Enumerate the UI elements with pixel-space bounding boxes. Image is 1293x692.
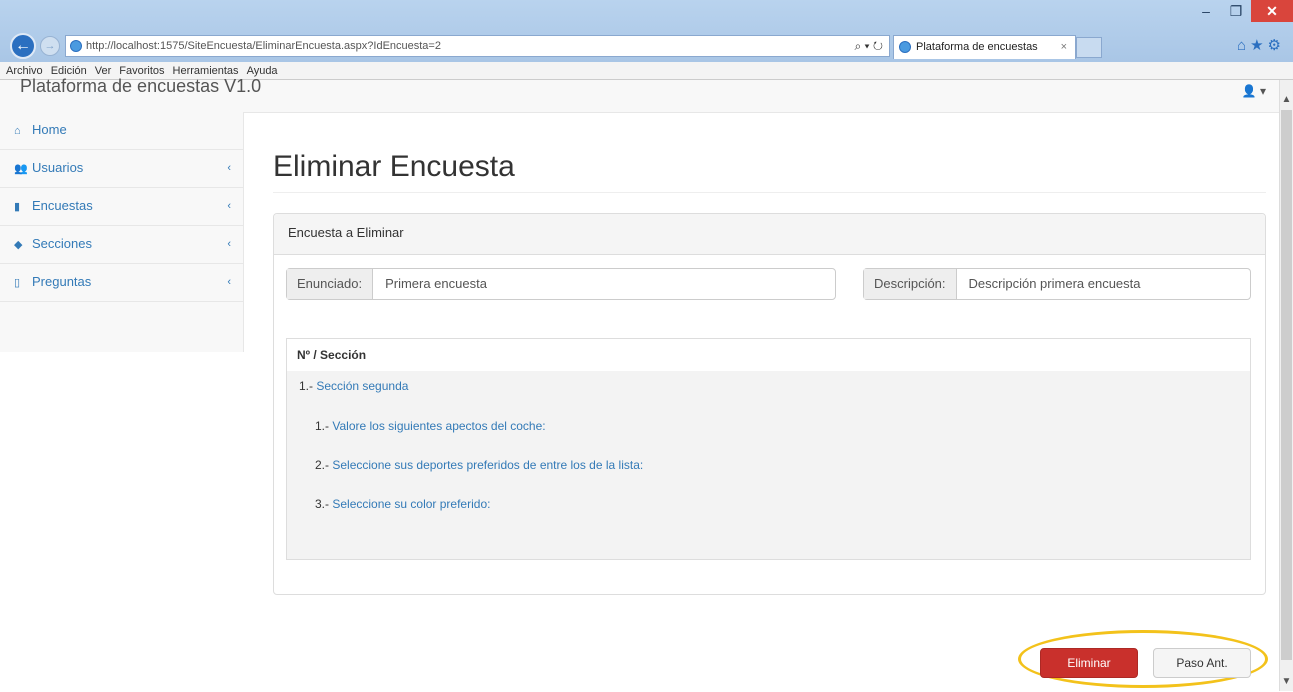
- sidebar-filler: [0, 352, 142, 692]
- browser-tab[interactable]: Plataforma de encuestas ×: [893, 35, 1076, 59]
- close-window-button[interactable]: ✕: [1251, 0, 1293, 22]
- user-menu-icon[interactable]: 👤 ▾: [1242, 84, 1266, 98]
- chevron-left-icon: ‹: [227, 162, 231, 174]
- sidebar-item-secciones[interactable]: ◆ Secciones ‹: [0, 226, 243, 264]
- section-link[interactable]: Sección segunda: [316, 379, 408, 393]
- address-bar[interactable]: http://localhost:1575/SiteEncuesta/Elimi…: [65, 35, 890, 57]
- sidebar-item-usuarios[interactable]: 👥 Usuarios ‹: [0, 150, 243, 188]
- question-link[interactable]: Valore los siguientes apectos del coche:: [332, 419, 545, 433]
- bookmark-icon: ▮: [14, 201, 21, 213]
- previous-step-button[interactable]: Paso Ant.: [1153, 648, 1251, 678]
- vertical-scrollbar[interactable]: ▲ ▼: [1279, 80, 1293, 691]
- home-icon[interactable]: ⌂: [1237, 37, 1250, 54]
- chevron-left-icon: ‹: [227, 276, 231, 288]
- sidebar-item-label: Preguntas: [32, 274, 92, 289]
- question-number: 1.-: [315, 419, 330, 433]
- enunciado-field: Enunciado: Primera encuesta: [286, 268, 836, 300]
- title-divider: [273, 192, 1266, 193]
- back-arrow-icon[interactable]: ←: [10, 33, 36, 59]
- tab-close-icon[interactable]: ×: [1061, 36, 1067, 58]
- scroll-thumb[interactable]: [1281, 110, 1292, 660]
- page-title: Eliminar Encuesta: [273, 150, 515, 183]
- survey-panel: Encuesta a Eliminar Enunciado: Primera e…: [273, 213, 1266, 595]
- delete-button[interactable]: Eliminar: [1040, 648, 1138, 678]
- enunciado-label: Enunciado:: [287, 269, 374, 299]
- sidebar-item-label: Home: [32, 122, 67, 137]
- question-row: 3.- Seleccione su color preferido:: [315, 497, 490, 511]
- chevron-left-icon: ‹: [227, 200, 231, 212]
- sidebar-item-home[interactable]: ⌂ Home: [0, 112, 243, 150]
- chevron-left-icon: ‹: [227, 238, 231, 250]
- bookmark-outline-icon: ▯: [14, 277, 21, 289]
- app-navbar: Plataforma de encuestas V1.0 👤 ▾: [0, 76, 1280, 113]
- question-link[interactable]: Seleccione sus deportes preferidos de en…: [332, 458, 643, 472]
- ie-favicon-icon: [70, 40, 82, 52]
- question-link[interactable]: Seleccione su color preferido:: [332, 497, 490, 511]
- sidebar-item-label: Encuestas: [32, 198, 93, 213]
- table-header: Nº / Sección: [287, 339, 1250, 372]
- sidebar-item-encuestas[interactable]: ▮ Encuestas ‹: [0, 188, 243, 226]
- section-number: 1.-: [299, 379, 314, 393]
- table-body: 1.- Sección segunda 1.- Valore los sigui…: [287, 371, 1250, 559]
- browser-titlebar: – ❐ ✕ ← → http://localhost:1575/SiteEncu…: [0, 0, 1293, 62]
- question-number: 2.-: [315, 458, 330, 472]
- users-icon: 👥: [14, 163, 28, 175]
- question-number: 3.-: [315, 497, 330, 511]
- app-brand[interactable]: Plataforma de encuestas V1.0: [20, 76, 261, 97]
- restore-button[interactable]: ❐: [1221, 0, 1251, 22]
- minimize-button[interactable]: –: [1191, 0, 1221, 22]
- tags-icon: ◆: [14, 239, 23, 251]
- gear-icon[interactable]: ⚙: [1268, 37, 1285, 54]
- search-refresh-icons[interactable]: ⌕ ▾ ↻: [854, 36, 883, 56]
- home-icon: ⌂: [14, 125, 21, 137]
- url-text: http://localhost:1575/SiteEncuesta/Elimi…: [86, 40, 441, 52]
- browser-toolbar-icons: ⌂★⚙: [1237, 36, 1285, 54]
- descripcion-field: Descripción: Descripción primera encuest…: [863, 268, 1251, 300]
- star-icon[interactable]: ★: [1250, 37, 1267, 54]
- question-row: 2.- Seleccione sus deportes preferidos d…: [315, 458, 643, 472]
- sidebar: ⌂ Home 👥 Usuarios ‹ ▮ Encuestas ‹ ◆ Seccione…: [0, 112, 244, 352]
- sections-table: Nº / Sección 1.- Sección segunda 1.- Val…: [286, 338, 1251, 560]
- question-row: 1.- Valore los siguientes apectos del co…: [315, 419, 546, 433]
- scroll-up-icon[interactable]: ▲: [1280, 94, 1293, 105]
- scroll-down-icon[interactable]: ▼: [1280, 676, 1293, 687]
- window-controls: – ❐ ✕: [1191, 0, 1293, 22]
- forward-arrow-icon[interactable]: →: [40, 36, 60, 56]
- sidebar-item-label: Secciones: [32, 236, 92, 251]
- new-tab-button[interactable]: [1076, 37, 1102, 58]
- ie-favicon-icon: [899, 41, 911, 53]
- tab-title: Plataforma de encuestas: [916, 41, 1038, 53]
- descripcion-value[interactable]: Descripción primera encuesta: [956, 269, 1250, 299]
- sidebar-item-label: Usuarios: [32, 160, 84, 175]
- panel-heading: Encuesta a Eliminar: [274, 214, 1265, 255]
- section-row: 1.- Sección segunda: [299, 379, 408, 393]
- sidebar-item-preguntas[interactable]: ▯ Preguntas ‹: [0, 264, 243, 302]
- enunciado-value[interactable]: Primera encuesta: [373, 269, 835, 299]
- descripcion-label: Descripción:: [864, 269, 957, 299]
